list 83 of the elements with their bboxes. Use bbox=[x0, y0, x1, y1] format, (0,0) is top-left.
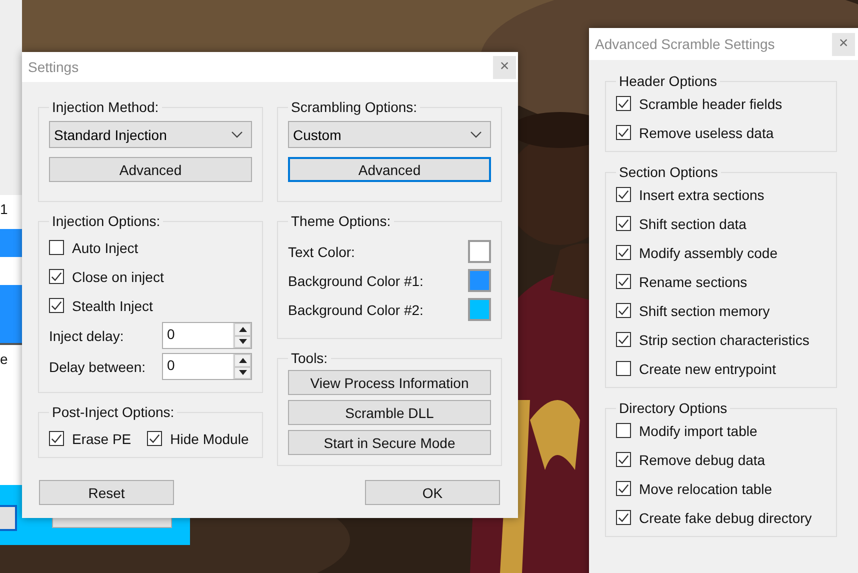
checkbox[interactable] bbox=[616, 274, 631, 289]
number-field[interactable]: 0 bbox=[162, 353, 252, 380]
chevron-down-icon bbox=[470, 130, 482, 138]
spin-down-button[interactable] bbox=[234, 336, 251, 348]
reset-button[interactable]: Reset bbox=[39, 480, 174, 505]
group-label: Injection Options: bbox=[51, 213, 162, 229]
spin-down-button[interactable] bbox=[234, 366, 251, 379]
close-button[interactable]: × bbox=[493, 56, 516, 78]
checkbox-label[interactable]: Create new entrypoint bbox=[639, 360, 776, 376]
close-button[interactable]: × bbox=[832, 32, 855, 56]
tool-button[interactable]: View Process Information bbox=[288, 370, 491, 395]
caret-up-icon bbox=[238, 326, 246, 332]
number-field[interactable]: 0 bbox=[162, 322, 252, 349]
group-label: Theme Options: bbox=[290, 213, 392, 229]
checkbox[interactable] bbox=[616, 187, 631, 202]
tool-button[interactable]: Scramble DLL bbox=[288, 400, 491, 425]
checkbox-label[interactable]: Hide Module bbox=[170, 430, 249, 446]
tool-button[interactable]: Start in Secure Mode bbox=[288, 430, 491, 455]
group-label: Scrambling Options: bbox=[290, 99, 418, 115]
advanced-button[interactable]: Advanced bbox=[49, 157, 252, 182]
color-swatch[interactable] bbox=[468, 240, 491, 263]
checkbox[interactable] bbox=[616, 245, 631, 260]
checkbox-label[interactable]: Insert extra sections bbox=[639, 186, 764, 202]
color-label: Text Color: bbox=[288, 244, 355, 260]
checkbox-label[interactable]: Remove useless data bbox=[639, 124, 774, 140]
dropdown[interactable]: Custom bbox=[288, 121, 491, 148]
group-label: Section Options bbox=[618, 164, 719, 180]
checkbox[interactable] bbox=[616, 452, 631, 467]
header-panel bbox=[0, 285, 22, 345]
checkbox[interactable] bbox=[616, 125, 631, 140]
checkbox-label[interactable]: Move relocation table bbox=[639, 480, 772, 496]
group-label: Directory Options bbox=[618, 400, 728, 416]
checkbox-label[interactable]: Strip section characteristics bbox=[639, 332, 810, 348]
spin-up-button[interactable] bbox=[234, 323, 251, 336]
checkbox-label[interactable]: Shift section data bbox=[639, 216, 746, 232]
checkbox[interactable] bbox=[616, 423, 631, 438]
checkbox[interactable] bbox=[616, 96, 631, 111]
dropdown[interactable]: Standard Injection bbox=[49, 121, 252, 148]
checkbox[interactable] bbox=[616, 303, 631, 318]
checkbox-label[interactable]: Create fake debug directory bbox=[639, 510, 812, 526]
spin-up-button[interactable] bbox=[234, 354, 251, 366]
checkbox-label[interactable]: Modify import table bbox=[639, 422, 758, 438]
color-label: Background Color #1: bbox=[288, 272, 424, 288]
checkbox-label[interactable]: Close on inject bbox=[72, 268, 164, 284]
caret-down-icon bbox=[238, 339, 246, 344]
group-label: Post-Inject Options: bbox=[51, 404, 176, 420]
chevron-down-icon bbox=[231, 130, 243, 138]
field-label: Delay between: bbox=[49, 358, 146, 374]
checkbox-label[interactable]: Modify assembly code bbox=[639, 244, 778, 260]
checkbox[interactable] bbox=[49, 431, 64, 446]
group-label: Header Options bbox=[618, 73, 718, 89]
checkbox[interactable] bbox=[49, 298, 64, 313]
checkbox-label[interactable]: Auto Inject bbox=[72, 240, 138, 256]
group-label: Tools: bbox=[290, 350, 329, 366]
checkbox-label[interactable]: Shift section memory bbox=[639, 302, 770, 318]
checkbox[interactable] bbox=[147, 431, 162, 446]
checkbox[interactable] bbox=[616, 332, 631, 347]
window-title: Advanced Scramble Settings bbox=[595, 36, 775, 52]
partial-text: e bbox=[0, 351, 9, 367]
color-label: Background Color #2: bbox=[288, 302, 424, 318]
button[interactable] bbox=[0, 505, 17, 531]
checkbox[interactable] bbox=[616, 216, 631, 231]
advanced-button[interactable]: Advanced bbox=[288, 157, 491, 182]
group-label: Injection Method: bbox=[51, 99, 160, 115]
color-swatch[interactable] bbox=[468, 298, 491, 321]
checkbox-label[interactable]: Remove debug data bbox=[639, 452, 766, 468]
caret-down-icon bbox=[238, 370, 246, 376]
checkbox[interactable] bbox=[49, 269, 64, 284]
checkbox-label[interactable]: Erase PE bbox=[72, 430, 132, 446]
checkbox[interactable] bbox=[616, 481, 631, 496]
checkbox[interactable] bbox=[49, 240, 64, 255]
ok-button[interactable]: OK bbox=[365, 480, 500, 505]
caret-up-icon bbox=[238, 358, 246, 363]
color-swatch[interactable] bbox=[468, 269, 491, 292]
partial-text: 1 bbox=[0, 201, 9, 217]
checkbox[interactable] bbox=[616, 361, 631, 376]
window-title: Settings bbox=[28, 59, 79, 75]
field-label: Inject delay: bbox=[49, 328, 124, 344]
checkbox-label[interactable]: Scramble header fields bbox=[639, 96, 782, 112]
checkbox-label[interactable]: Rename sections bbox=[639, 274, 748, 290]
checkbox[interactable] bbox=[616, 510, 631, 525]
checkbox-label[interactable]: Stealth Inject bbox=[72, 298, 153, 314]
selection-bar bbox=[0, 229, 22, 257]
